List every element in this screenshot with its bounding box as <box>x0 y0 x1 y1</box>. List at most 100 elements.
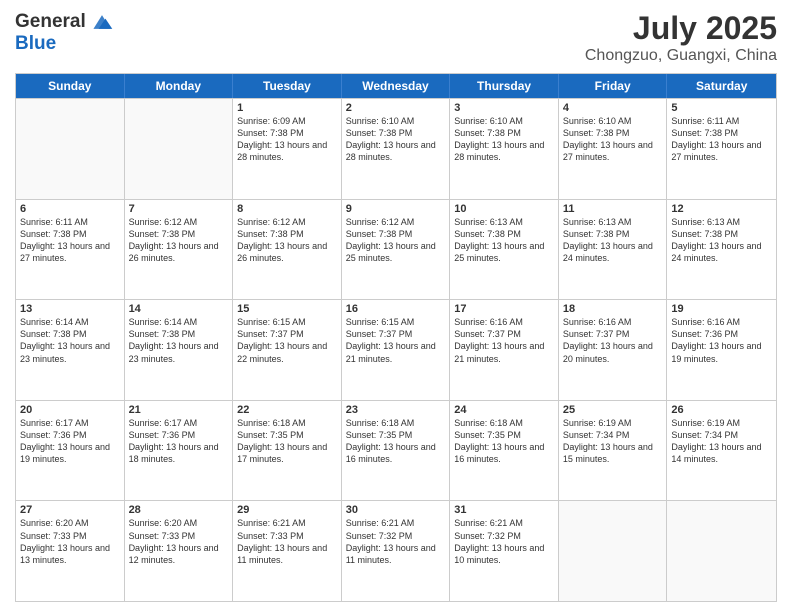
cell-sun-info: Sunrise: 6:20 AM Sunset: 7:33 PM Dayligh… <box>129 517 229 566</box>
day-number: 14 <box>129 303 229 315</box>
calendar-cell <box>559 501 668 601</box>
day-number: 3 <box>454 102 554 114</box>
calendar-cell: 5Sunrise: 6:11 AM Sunset: 7:38 PM Daylig… <box>667 99 776 199</box>
calendar-row: 20Sunrise: 6:17 AM Sunset: 7:36 PM Dayli… <box>16 400 776 501</box>
cell-sun-info: Sunrise: 6:10 AM Sunset: 7:38 PM Dayligh… <box>563 115 663 164</box>
day-number: 15 <box>237 303 337 315</box>
cell-sun-info: Sunrise: 6:15 AM Sunset: 7:37 PM Dayligh… <box>237 316 337 365</box>
calendar-cell: 25Sunrise: 6:19 AM Sunset: 7:34 PM Dayli… <box>559 401 668 501</box>
cell-sun-info: Sunrise: 6:19 AM Sunset: 7:34 PM Dayligh… <box>671 417 772 466</box>
cell-sun-info: Sunrise: 6:11 AM Sunset: 7:38 PM Dayligh… <box>671 115 772 164</box>
calendar-cell: 9Sunrise: 6:12 AM Sunset: 7:38 PM Daylig… <box>342 200 451 300</box>
cell-sun-info: Sunrise: 6:17 AM Sunset: 7:36 PM Dayligh… <box>129 417 229 466</box>
day-number: 25 <box>563 404 663 416</box>
calendar-cell: 12Sunrise: 6:13 AM Sunset: 7:38 PM Dayli… <box>667 200 776 300</box>
cell-sun-info: Sunrise: 6:14 AM Sunset: 7:38 PM Dayligh… <box>129 316 229 365</box>
cell-sun-info: Sunrise: 6:14 AM Sunset: 7:38 PM Dayligh… <box>20 316 120 365</box>
month-year: July 2025 <box>585 10 777 47</box>
cell-sun-info: Sunrise: 6:20 AM Sunset: 7:33 PM Dayligh… <box>20 517 120 566</box>
day-number: 13 <box>20 303 120 315</box>
calendar-row: 6Sunrise: 6:11 AM Sunset: 7:38 PM Daylig… <box>16 199 776 300</box>
cell-sun-info: Sunrise: 6:12 AM Sunset: 7:38 PM Dayligh… <box>346 216 446 265</box>
cell-sun-info: Sunrise: 6:16 AM Sunset: 7:37 PM Dayligh… <box>454 316 554 365</box>
cell-sun-info: Sunrise: 6:12 AM Sunset: 7:38 PM Dayligh… <box>237 216 337 265</box>
day-number: 20 <box>20 404 120 416</box>
day-number: 17 <box>454 303 554 315</box>
day-number: 12 <box>671 203 772 215</box>
cell-sun-info: Sunrise: 6:18 AM Sunset: 7:35 PM Dayligh… <box>237 417 337 466</box>
cell-sun-info: Sunrise: 6:17 AM Sunset: 7:36 PM Dayligh… <box>20 417 120 466</box>
day-number: 2 <box>346 102 446 114</box>
cell-sun-info: Sunrise: 6:09 AM Sunset: 7:38 PM Dayligh… <box>237 115 337 164</box>
cell-sun-info: Sunrise: 6:12 AM Sunset: 7:38 PM Dayligh… <box>129 216 229 265</box>
calendar-cell: 1Sunrise: 6:09 AM Sunset: 7:38 PM Daylig… <box>233 99 342 199</box>
calendar-cell: 17Sunrise: 6:16 AM Sunset: 7:37 PM Dayli… <box>450 300 559 400</box>
day-number: 26 <box>671 404 772 416</box>
cell-sun-info: Sunrise: 6:13 AM Sunset: 7:38 PM Dayligh… <box>563 216 663 265</box>
calendar-cell: 30Sunrise: 6:21 AM Sunset: 7:32 PM Dayli… <box>342 501 451 601</box>
day-number: 10 <box>454 203 554 215</box>
day-of-week-friday: Friday <box>559 74 668 98</box>
day-number: 9 <box>346 203 446 215</box>
cell-sun-info: Sunrise: 6:13 AM Sunset: 7:38 PM Dayligh… <box>671 216 772 265</box>
calendar-cell: 11Sunrise: 6:13 AM Sunset: 7:38 PM Dayli… <box>559 200 668 300</box>
day-number: 18 <box>563 303 663 315</box>
calendar-cell: 23Sunrise: 6:18 AM Sunset: 7:35 PM Dayli… <box>342 401 451 501</box>
calendar-cell: 2Sunrise: 6:10 AM Sunset: 7:38 PM Daylig… <box>342 99 451 199</box>
day-number: 7 <box>129 203 229 215</box>
day-number: 5 <box>671 102 772 114</box>
calendar-cell: 29Sunrise: 6:21 AM Sunset: 7:33 PM Dayli… <box>233 501 342 601</box>
calendar: SundayMondayTuesdayWednesdayThursdayFrid… <box>15 73 777 602</box>
page: General Blue July 2025 Chongzuo, Guangxi… <box>0 0 792 612</box>
cell-sun-info: Sunrise: 6:19 AM Sunset: 7:34 PM Dayligh… <box>563 417 663 466</box>
cell-sun-info: Sunrise: 6:18 AM Sunset: 7:35 PM Dayligh… <box>346 417 446 466</box>
cell-sun-info: Sunrise: 6:13 AM Sunset: 7:38 PM Dayligh… <box>454 216 554 265</box>
day-number: 11 <box>563 203 663 215</box>
calendar-cell: 10Sunrise: 6:13 AM Sunset: 7:38 PM Dayli… <box>450 200 559 300</box>
day-number: 27 <box>20 504 120 516</box>
calendar-cell: 16Sunrise: 6:15 AM Sunset: 7:37 PM Dayli… <box>342 300 451 400</box>
calendar-cell: 19Sunrise: 6:16 AM Sunset: 7:36 PM Dayli… <box>667 300 776 400</box>
calendar-cell <box>16 99 125 199</box>
cell-sun-info: Sunrise: 6:18 AM Sunset: 7:35 PM Dayligh… <box>454 417 554 466</box>
cell-sun-info: Sunrise: 6:21 AM Sunset: 7:33 PM Dayligh… <box>237 517 337 566</box>
logo: General Blue <box>15 10 114 55</box>
header: General Blue July 2025 Chongzuo, Guangxi… <box>15 10 777 65</box>
day-number: 8 <box>237 203 337 215</box>
calendar-row: 1Sunrise: 6:09 AM Sunset: 7:38 PM Daylig… <box>16 98 776 199</box>
logo-blue: Blue <box>15 34 114 55</box>
location: Chongzuo, Guangxi, China <box>585 47 777 65</box>
cell-sun-info: Sunrise: 6:16 AM Sunset: 7:37 PM Dayligh… <box>563 316 663 365</box>
calendar-cell: 6Sunrise: 6:11 AM Sunset: 7:38 PM Daylig… <box>16 200 125 300</box>
cell-sun-info: Sunrise: 6:10 AM Sunset: 7:38 PM Dayligh… <box>346 115 446 164</box>
cell-sun-info: Sunrise: 6:16 AM Sunset: 7:36 PM Dayligh… <box>671 316 772 365</box>
day-of-week-wednesday: Wednesday <box>342 74 451 98</box>
day-number: 6 <box>20 203 120 215</box>
cell-sun-info: Sunrise: 6:11 AM Sunset: 7:38 PM Dayligh… <box>20 216 120 265</box>
calendar-cell: 3Sunrise: 6:10 AM Sunset: 7:38 PM Daylig… <box>450 99 559 199</box>
calendar-cell: 31Sunrise: 6:21 AM Sunset: 7:32 PM Dayli… <box>450 501 559 601</box>
day-number: 21 <box>129 404 229 416</box>
calendar-cell: 22Sunrise: 6:18 AM Sunset: 7:35 PM Dayli… <box>233 401 342 501</box>
day-number: 16 <box>346 303 446 315</box>
day-of-week-saturday: Saturday <box>667 74 776 98</box>
day-number: 28 <box>129 504 229 516</box>
calendar-cell: 15Sunrise: 6:15 AM Sunset: 7:37 PM Dayli… <box>233 300 342 400</box>
day-number: 29 <box>237 504 337 516</box>
calendar-cell: 27Sunrise: 6:20 AM Sunset: 7:33 PM Dayli… <box>16 501 125 601</box>
day-number: 22 <box>237 404 337 416</box>
day-number: 24 <box>454 404 554 416</box>
calendar-cell: 4Sunrise: 6:10 AM Sunset: 7:38 PM Daylig… <box>559 99 668 199</box>
cell-sun-info: Sunrise: 6:10 AM Sunset: 7:38 PM Dayligh… <box>454 115 554 164</box>
day-of-week-thursday: Thursday <box>450 74 559 98</box>
calendar-cell: 26Sunrise: 6:19 AM Sunset: 7:34 PM Dayli… <box>667 401 776 501</box>
day-of-week-sunday: Sunday <box>16 74 125 98</box>
cell-sun-info: Sunrise: 6:15 AM Sunset: 7:37 PM Dayligh… <box>346 316 446 365</box>
calendar-cell <box>667 501 776 601</box>
calendar-cell: 28Sunrise: 6:20 AM Sunset: 7:33 PM Dayli… <box>125 501 234 601</box>
calendar-header: SundayMondayTuesdayWednesdayThursdayFrid… <box>16 74 776 98</box>
cell-sun-info: Sunrise: 6:21 AM Sunset: 7:32 PM Dayligh… <box>454 517 554 566</box>
calendar-cell <box>125 99 234 199</box>
logo-icon <box>90 10 114 34</box>
calendar-cell: 13Sunrise: 6:14 AM Sunset: 7:38 PM Dayli… <box>16 300 125 400</box>
